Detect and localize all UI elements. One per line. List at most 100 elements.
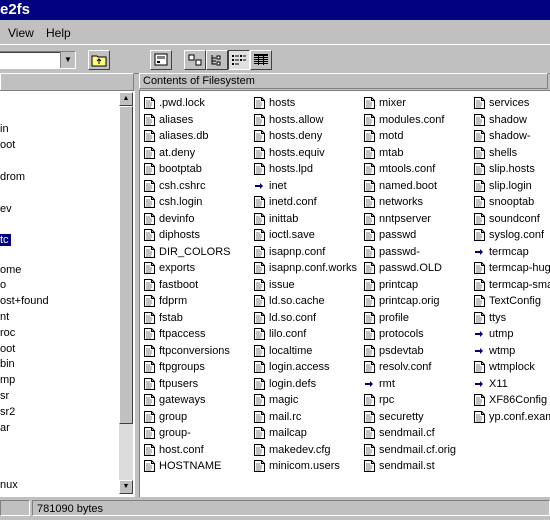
file-item[interactable]: sendmail.cf.orig [364, 442, 456, 459]
file-item[interactable]: group- [144, 425, 231, 442]
file-item[interactable]: hosts.lpd [254, 161, 357, 178]
file-item[interactable]: securetty [364, 409, 456, 426]
file-item[interactable]: aliases.db [144, 128, 231, 145]
file-item[interactable]: inet [254, 178, 357, 195]
file-item[interactable]: hosts.allow [254, 112, 357, 129]
file-item[interactable]: diphosts [144, 227, 231, 244]
file-item[interactable]: profile [364, 310, 456, 327]
menu-view[interactable]: View [8, 22, 34, 44]
file-item[interactable]: host.conf [144, 442, 231, 459]
tree-item[interactable]: ome [0, 264, 21, 276]
file-item[interactable]: minicom.users [254, 458, 357, 475]
tree-item[interactable]: ar [0, 422, 10, 434]
drive-combo[interactable]: ▼ [0, 51, 76, 69]
file-item[interactable]: login.access [254, 359, 357, 376]
file-item[interactable]: ld.so.conf [254, 310, 357, 327]
file-item[interactable]: sendmail.st [364, 458, 456, 475]
list-view-button[interactable] [228, 50, 250, 70]
file-item[interactable]: bootptab [144, 161, 231, 178]
file-item[interactable]: mtab [364, 145, 456, 162]
file-item[interactable]: makedev.cfg [254, 442, 357, 459]
file-item[interactable]: hosts [254, 95, 357, 112]
tree-item[interactable]: ev [0, 203, 12, 215]
small-icons-button[interactable] [206, 50, 228, 70]
file-item[interactable]: hosts.deny [254, 128, 357, 145]
tree-item[interactable]: ost+found [0, 295, 49, 307]
file-item[interactable]: isapnp.conf [254, 244, 357, 261]
up-folder-button[interactable] [88, 50, 110, 70]
file-item[interactable]: ftpgroups [144, 359, 231, 376]
file-item[interactable]: HOSTNAME [144, 458, 231, 475]
file-item[interactable]: rpc [364, 392, 456, 409]
file-item[interactable]: .pwd.lock [144, 95, 231, 112]
file-item[interactable]: TextConfig [474, 293, 550, 310]
file-item[interactable]: sendmail.cf [364, 425, 456, 442]
file-item[interactable]: modules.conf [364, 112, 456, 129]
file-item[interactable]: login.defs [254, 376, 357, 393]
file-item[interactable]: fastboot [144, 277, 231, 294]
file-item[interactable]: motd [364, 128, 456, 145]
dropdown-arrow-icon[interactable]: ▼ [60, 52, 75, 68]
file-item[interactable]: inittab [254, 211, 357, 228]
file-item[interactable]: DIR_COLORS [144, 244, 231, 261]
file-item[interactable]: slip.hosts [474, 161, 550, 178]
tree-item[interactable]: nux [0, 479, 18, 491]
tree-scrollbar[interactable]: ▲ ▼ [119, 92, 133, 494]
tree-item[interactable]: roc [0, 327, 15, 339]
file-item[interactable]: ftpaccess [144, 326, 231, 343]
scroll-thumb[interactable] [119, 106, 133, 424]
file-item[interactable]: inetd.conf [254, 194, 357, 211]
file-item[interactable]: issue [254, 277, 357, 294]
file-item[interactable]: devinfo [144, 211, 231, 228]
file-item[interactable]: services [474, 95, 550, 112]
file-item[interactable]: shadow- [474, 128, 550, 145]
file-item[interactable]: shadow [474, 112, 550, 129]
file-item[interactable]: ttys [474, 310, 550, 327]
file-item[interactable]: mixer [364, 95, 456, 112]
file-item[interactable]: slip.login [474, 178, 550, 195]
file-item[interactable]: utmp [474, 326, 550, 343]
file-item[interactable]: csh.login [144, 194, 231, 211]
file-item[interactable]: fdprm [144, 293, 231, 310]
file-item[interactable]: termcap-small [474, 277, 550, 294]
file-item[interactable]: protocols [364, 326, 456, 343]
file-item[interactable]: isapnp.conf.works [254, 260, 357, 277]
file-item[interactable]: gateways [144, 392, 231, 409]
file-item[interactable]: csh.cshrc [144, 178, 231, 195]
menu-help[interactable]: Help [46, 22, 71, 44]
file-item[interactable]: mailcap [254, 425, 357, 442]
tree-item-selected[interactable]: tc [0, 234, 11, 246]
tree-item[interactable]: o [0, 279, 6, 291]
file-item[interactable]: termcap-huge [474, 260, 550, 277]
file-item[interactable]: wtmplock [474, 359, 550, 376]
file-item[interactable]: passwd [364, 227, 456, 244]
scroll-up-icon[interactable]: ▲ [119, 92, 133, 106]
file-item[interactable]: nntpserver [364, 211, 456, 228]
file-item[interactable]: mtools.conf [364, 161, 456, 178]
tree-item[interactable]: sr [0, 390, 9, 402]
file-item[interactable]: soundconf [474, 211, 550, 228]
file-item[interactable]: group [144, 409, 231, 426]
file-item[interactable]: fstab [144, 310, 231, 327]
file-item[interactable]: named.boot [364, 178, 456, 195]
file-item[interactable]: localtime [254, 343, 357, 360]
file-item[interactable]: XF86Config [474, 392, 550, 409]
file-item[interactable]: aliases [144, 112, 231, 129]
file-item[interactable]: mail.rc [254, 409, 357, 426]
tree-item[interactable]: oot [0, 343, 15, 355]
properties-button[interactable] [150, 50, 172, 70]
file-item[interactable]: lilo.conf [254, 326, 357, 343]
tree-item[interactable]: oot [0, 139, 15, 151]
file-item[interactable]: snooptab [474, 194, 550, 211]
file-item[interactable]: ftpusers [144, 376, 231, 393]
file-item[interactable]: ld.so.cache [254, 293, 357, 310]
file-item[interactable]: passwd.OLD [364, 260, 456, 277]
file-item[interactable]: ioctl.save [254, 227, 357, 244]
file-item[interactable]: termcap [474, 244, 550, 261]
file-item[interactable]: at.deny [144, 145, 231, 162]
file-item[interactable]: X11 [474, 376, 550, 393]
file-item[interactable]: printcap.orig [364, 293, 456, 310]
tree-item[interactable]: nt [0, 311, 9, 323]
file-item[interactable]: passwd- [364, 244, 456, 261]
tree-item[interactable]: sr2 [0, 406, 15, 418]
